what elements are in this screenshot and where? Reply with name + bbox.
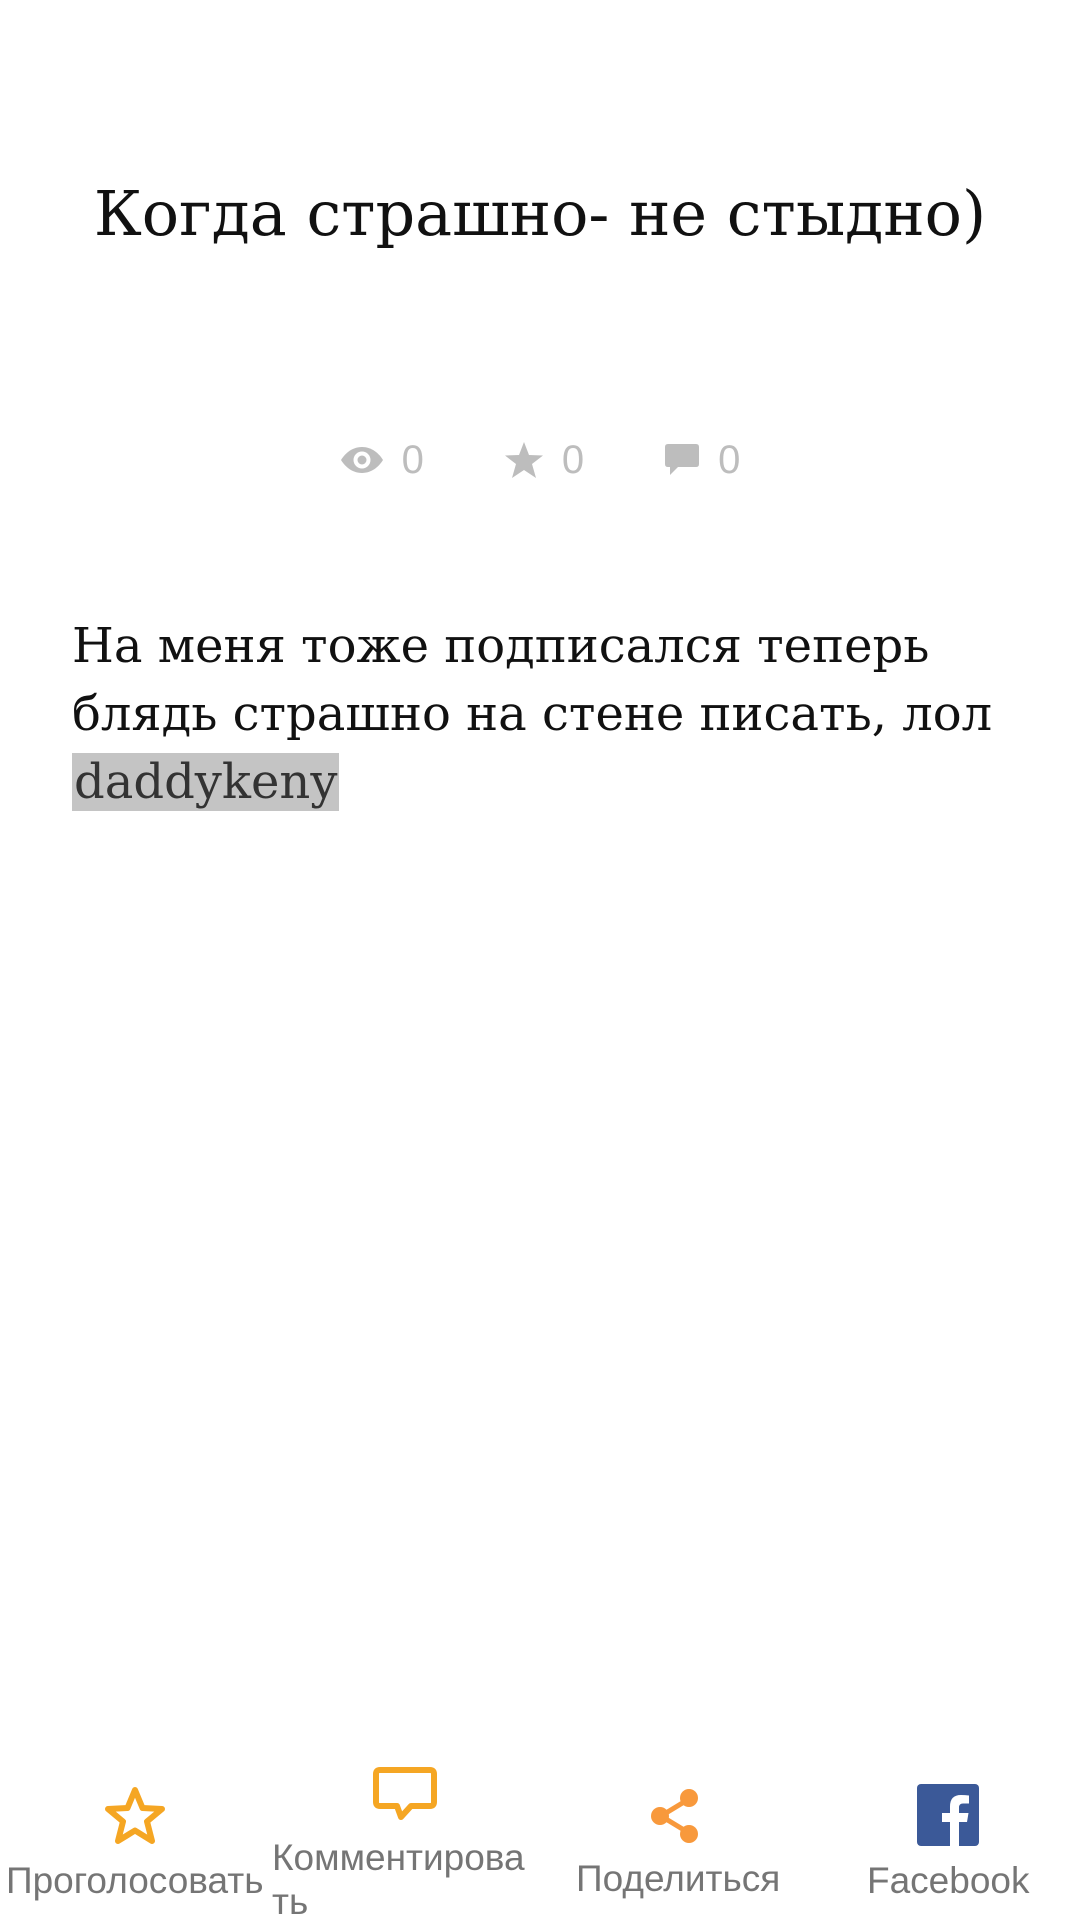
post-text: На меня тоже подписался теперь блядь стр…	[72, 618, 993, 742]
share-button[interactable]: Поделиться	[540, 1750, 810, 1920]
facebook-label: Facebook	[867, 1860, 1030, 1901]
comments-stat: 0	[664, 438, 740, 483]
facebook-button[interactable]: Facebook	[810, 1750, 1080, 1920]
views-stat: 0	[340, 438, 424, 483]
post-title: Когда страшно- не стыдно)	[93, 177, 987, 250]
votes-count: 0	[561, 437, 585, 482]
comment-button[interactable]: Комментировать	[270, 1750, 540, 1922]
action-bar: Проголосовать Комментировать Поделиться	[0, 1750, 1080, 1922]
comments-count: 0	[718, 437, 741, 482]
post-stats: 0 0 0	[0, 432, 1080, 488]
vote-label: Проголосовать	[6, 1860, 264, 1901]
votes-stat: 0	[504, 438, 584, 483]
facebook-icon	[917, 1784, 979, 1855]
star-icon	[504, 441, 544, 479]
star-outline-icon	[104, 1786, 166, 1855]
eye-icon	[340, 445, 384, 475]
user-mention-link[interactable]: daddykeny	[72, 753, 340, 811]
views-count: 0	[401, 437, 424, 482]
speech-bubble-icon	[664, 442, 700, 478]
comment-outline-icon	[373, 1766, 437, 1831]
vote-button[interactable]: Проголосовать	[0, 1750, 270, 1920]
share-icon	[647, 1786, 703, 1855]
comment-label: Комментировать	[272, 1837, 525, 1922]
share-label: Поделиться	[576, 1858, 781, 1899]
post-body: На меня тоже подписался теперь блядь стр…	[72, 612, 1008, 816]
